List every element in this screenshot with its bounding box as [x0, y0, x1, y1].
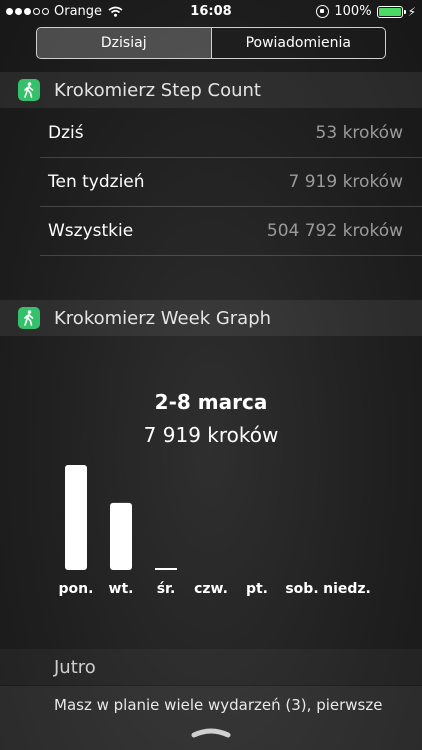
calendar-widget-header[interactable]: Jutro [0, 649, 422, 685]
status-bar: Orange 16:08 100% ⚡ [0, 0, 422, 24]
bar-wt [110, 502, 132, 570]
row-value: 504 792 kroków [266, 221, 403, 241]
rotation-lock-icon [316, 5, 330, 18]
week-graph-widget-title: Krokomierz Week Graph [54, 307, 272, 329]
battery-percent: 100% [334, 4, 372, 19]
tick-label: wt. [109, 581, 134, 597]
view-switcher: Dzisiaj Powiadomienia [36, 27, 386, 59]
row-label: Wszystkie [48, 221, 134, 241]
graph-date-range: 2-8 marca [154, 390, 268, 414]
walking-person-icon [18, 79, 40, 101]
tab-notifications[interactable]: Powiadomienia [212, 28, 386, 58]
step-count-widget-title: Krokomierz Step Count [54, 79, 261, 101]
row-value: 7 919 kroków [288, 172, 403, 192]
tick-label: czw. [194, 581, 228, 597]
calendar-header-label: Jutro [54, 656, 96, 678]
week-bar-chart: pon. wt. śr. czw. pt. sob. niedz. [0, 455, 422, 605]
list-item: Ten tydzień 7 919 kroków [40, 158, 422, 207]
week-bar-chart-svg: pon. wt. śr. czw. pt. sob. niedz. [59, 465, 371, 597]
battery-icon [376, 5, 406, 18]
tab-today[interactable]: Dzisiaj [37, 28, 212, 58]
graph-total-steps: 7 919 kroków [143, 423, 279, 447]
row-label: Dziś [48, 123, 84, 143]
walking-person-icon [18, 307, 40, 329]
tick-label: pon. [59, 581, 94, 597]
calendar-events-text: Masz w planie wiele wydarzeń (3), pierws… [54, 696, 383, 714]
tick-label: niedz. [323, 581, 371, 597]
list-item: Wszystkie 504 792 kroków [40, 207, 422, 256]
tick-label: sob. [285, 581, 318, 597]
tick-label: śr. [157, 581, 176, 597]
charging-icon: ⚡ [407, 4, 416, 19]
pull-up-handle-icon[interactable] [191, 726, 231, 738]
calendar-events-summary[interactable]: Masz w planie wiele wydarzeń (3), pierws… [0, 686, 422, 750]
row-value: 53 kroków [315, 123, 403, 143]
bar-śr [155, 568, 177, 570]
row-label: Ten tydzień [48, 172, 145, 192]
week-graph-widget-header[interactable]: Krokomierz Week Graph [0, 300, 422, 336]
step-count-widget-header[interactable]: Krokomierz Step Count [0, 72, 422, 108]
bar-pon [65, 465, 87, 570]
tick-label: pt. [246, 581, 268, 597]
list-item: Dziś 53 kroków [40, 109, 422, 158]
